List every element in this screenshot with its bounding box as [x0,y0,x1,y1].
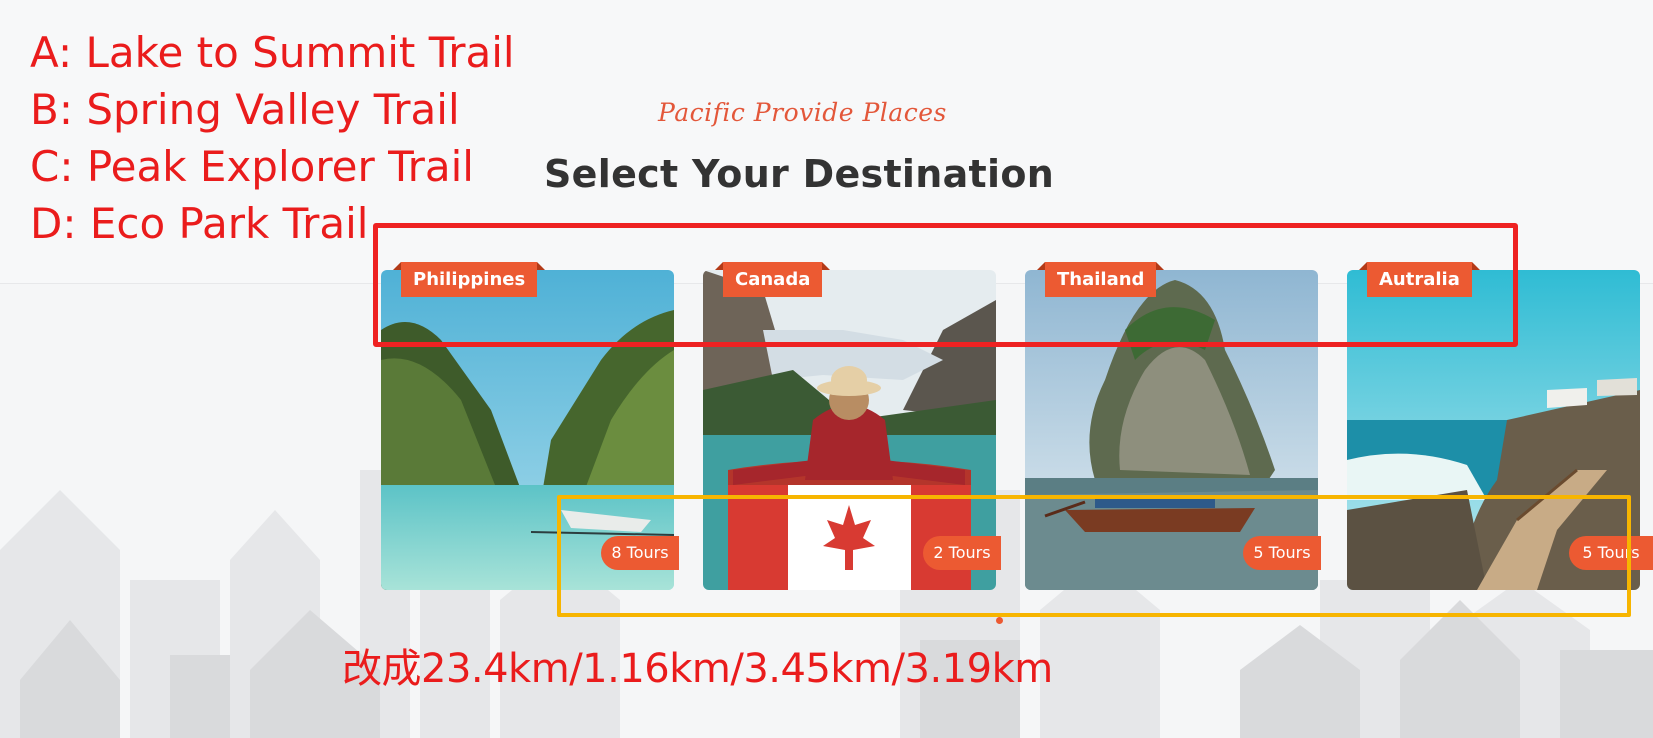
section-title: Select Your Destination [544,152,1055,196]
trail-options-list: A: Lake to Summit Trail B: Spring Valley… [30,24,515,252]
trail-option-c: C: Peak Explorer Trail [30,142,474,191]
section-subtitle: Pacific Provide Places [658,98,947,127]
names-highlight-box [373,223,1518,347]
tours-highlight-box [557,495,1631,617]
carousel-indicator[interactable] [996,617,1003,624]
trail-option-b: B: Spring Valley Trail [30,85,460,134]
edit-instruction: 改成23.4km/1.16km/3.45km/3.19km [342,646,1053,692]
trail-option-a: A: Lake to Summit Trail [30,28,515,77]
